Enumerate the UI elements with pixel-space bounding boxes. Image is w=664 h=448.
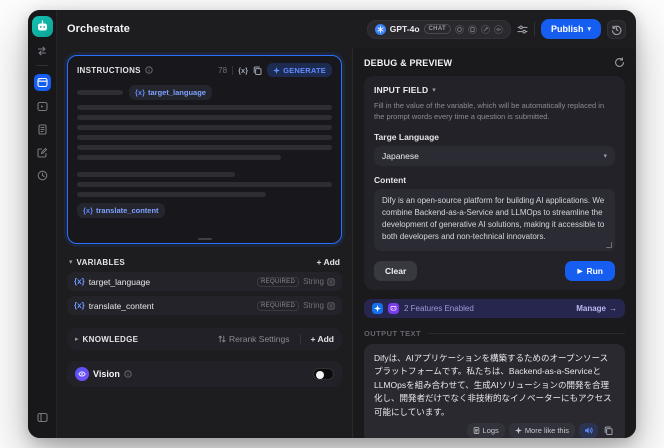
speaker-icon bbox=[585, 427, 593, 434]
run-button[interactable]: ▶ Run bbox=[565, 260, 615, 281]
copy-output-button[interactable] bbox=[602, 424, 615, 437]
chevron-right-icon[interactable]: ▸ bbox=[75, 335, 79, 343]
input-field-title: INPUT FIELD bbox=[374, 85, 429, 95]
capability-icon-1 bbox=[454, 24, 464, 34]
capability-icon-2 bbox=[467, 24, 477, 34]
generate-button[interactable]: GENERATE bbox=[267, 63, 332, 77]
manage-features-button[interactable]: Manage → bbox=[576, 304, 617, 313]
target-language-label: Targe Language bbox=[374, 131, 440, 142]
content-textarea[interactable]: Dify is an open-source platform for buil… bbox=[374, 188, 615, 251]
publish-button[interactable]: Publish ▾ bbox=[540, 19, 601, 39]
instructions-title: INSTRUCTIONS bbox=[77, 65, 141, 75]
desktop-background: Orchestrate GPT-4o CHAT Publish ▾ INSTRU… bbox=[0, 0, 664, 448]
model-selector[interactable]: GPT-4o CHAT bbox=[366, 19, 511, 39]
variable-tag[interactable]: {x} translate_content bbox=[77, 203, 165, 218]
chevron-down-icon: ▾ bbox=[603, 152, 607, 160]
variables-title: VARIABLES bbox=[76, 257, 126, 267]
content-label: Content bbox=[374, 174, 407, 185]
vision-eye-icon bbox=[75, 367, 89, 381]
resize-handle[interactable] bbox=[197, 238, 212, 240]
chevron-down-icon[interactable]: ▾ bbox=[432, 86, 436, 94]
type-settings-icon bbox=[327, 301, 335, 310]
sidebar-item-annotation[interactable] bbox=[35, 145, 50, 160]
feature-icon-opener bbox=[372, 302, 383, 314]
knowledge-title: KNOWLEDGE bbox=[82, 334, 139, 344]
page-title: Orchestrate bbox=[67, 23, 130, 35]
info-icon bbox=[145, 66, 153, 74]
collapse-sidebar-icon[interactable] bbox=[34, 409, 51, 426]
output-text: Difyは、AIアプリケーションを構築するためのオープンソースプラットフォームで… bbox=[374, 352, 612, 417]
vision-label: Vision bbox=[93, 369, 120, 379]
output-bubble: Difyは、AIアプリケーションを構築するためのオープンソースプラットフォームで… bbox=[364, 343, 625, 438]
features-enabled-bar[interactable]: 2 Features Enabled Manage → bbox=[364, 298, 625, 318]
model-name: GPT-4o bbox=[389, 24, 420, 34]
required-badge: REQUIRED bbox=[257, 300, 300, 311]
topbar-divider bbox=[533, 22, 535, 36]
debug-preview-panel: DEBUG & PREVIEW INPUT FIELD ▾ Fill in th… bbox=[352, 48, 636, 438]
knowledge-section[interactable]: ▸ KNOWLEDGE Rerank Settings + Add bbox=[67, 328, 342, 350]
sidebar-item-monitoring[interactable] bbox=[35, 168, 50, 183]
capability-icon-4 bbox=[493, 24, 503, 34]
required-badge: REQUIRED bbox=[257, 276, 300, 287]
char-count: 78 bbox=[218, 65, 228, 75]
text-to-speech-button[interactable] bbox=[579, 423, 598, 438]
model-parameters-icon[interactable] bbox=[517, 24, 528, 35]
sidebar-item-orchestrate[interactable] bbox=[33, 74, 51, 91]
swap-model-icon[interactable] bbox=[36, 44, 49, 57]
logs-button[interactable]: Logs bbox=[466, 423, 505, 438]
sidebar-divider bbox=[36, 65, 48, 66]
rerank-icon bbox=[218, 335, 226, 343]
copy-icon[interactable] bbox=[253, 66, 262, 75]
capability-icon-3 bbox=[480, 24, 490, 34]
app-logo[interactable] bbox=[31, 16, 53, 37]
output-text-title: OUTPUT TEXT bbox=[364, 328, 422, 338]
copy-icon bbox=[604, 426, 613, 436]
sparkle-icon bbox=[514, 427, 522, 435]
app-window: Orchestrate GPT-4o CHAT Publish ▾ INSTRU… bbox=[28, 10, 636, 438]
top-bar: Orchestrate GPT-4o CHAT Publish ▾ bbox=[57, 10, 636, 48]
feature-icon-speech bbox=[388, 302, 399, 314]
sparkle-icon bbox=[273, 66, 281, 74]
plus-icon: + bbox=[310, 334, 316, 344]
version-history-button[interactable] bbox=[607, 19, 626, 39]
arrow-right-icon: → bbox=[609, 303, 617, 313]
output-divider bbox=[428, 332, 625, 334]
type-settings-icon bbox=[327, 277, 335, 286]
clear-button[interactable]: Clear bbox=[374, 260, 418, 281]
refresh-icon[interactable] bbox=[614, 57, 625, 68]
info-icon bbox=[124, 370, 132, 378]
prompt-content: {x} target_language {x} translate_conten… bbox=[77, 85, 332, 218]
chevron-down-icon[interactable]: ▾ bbox=[69, 258, 73, 266]
vision-feature-row: Vision bbox=[67, 361, 342, 387]
plus-icon: + bbox=[316, 257, 322, 267]
insert-variable-button[interactable]: {x} bbox=[238, 66, 248, 75]
play-icon: ▶ bbox=[577, 267, 583, 275]
input-field-description: Fill in the value of the variable, which… bbox=[374, 101, 605, 122]
robot-icon bbox=[36, 20, 49, 33]
vision-toggle[interactable] bbox=[313, 368, 334, 380]
debug-preview-title: DEBUG & PREVIEW bbox=[364, 57, 453, 68]
rerank-settings-button[interactable]: Rerank Settings bbox=[218, 334, 290, 344]
target-language-select[interactable]: Japanese ▾ bbox=[374, 145, 615, 166]
sidebar-item-preview[interactable] bbox=[35, 99, 50, 114]
sidebar-item-logs[interactable] bbox=[35, 122, 50, 137]
orchestrate-panel: INSTRUCTIONS 78 {x} GENERATE {x} target_… bbox=[57, 48, 352, 438]
model-mode-badge: CHAT bbox=[423, 24, 451, 34]
resize-corner-icon[interactable] bbox=[606, 241, 612, 248]
more-like-this-button[interactable]: More like this bbox=[508, 423, 575, 438]
variable-row[interactable]: {x} translate_content REQUIRED String bbox=[67, 296, 342, 315]
openai-icon bbox=[374, 23, 386, 35]
chevron-down-icon: ▾ bbox=[587, 26, 591, 33]
variable-type: String bbox=[303, 277, 335, 286]
features-enabled-text: 2 Features Enabled bbox=[404, 303, 474, 313]
sidebar bbox=[28, 10, 57, 438]
input-field-card: INPUT FIELD ▾ Fill in the value of the v… bbox=[364, 76, 625, 290]
logs-icon bbox=[473, 427, 479, 435]
add-variable-button[interactable]: + Add bbox=[317, 257, 341, 267]
variable-row[interactable]: {x} target_language REQUIRED String bbox=[67, 272, 342, 291]
add-knowledge-button[interactable]: + Add bbox=[311, 334, 335, 344]
variable-type: String bbox=[303, 301, 335, 310]
instructions-editor[interactable]: INSTRUCTIONS 78 {x} GENERATE {x} target_… bbox=[67, 55, 342, 244]
variable-tag[interactable]: {x} target_language bbox=[129, 85, 212, 100]
